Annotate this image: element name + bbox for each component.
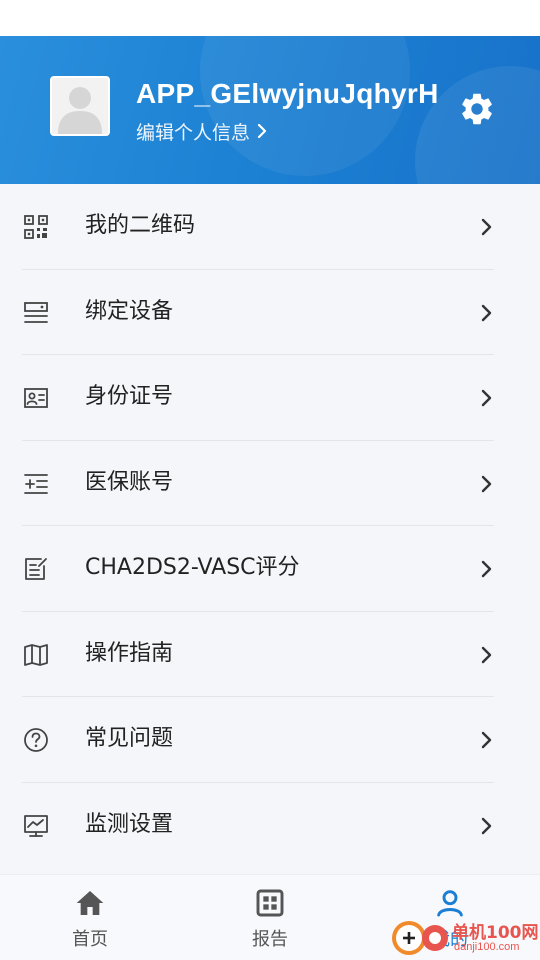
chevron-right-icon (481, 731, 492, 749)
medical-insurance-icon (24, 473, 48, 494)
chevron-right-icon (481, 646, 492, 663)
chevron-right-icon (481, 304, 492, 321)
home-icon (76, 891, 104, 915)
tab-label: 首页 (72, 929, 108, 950)
chevron-right-icon (481, 475, 492, 492)
status-bar (0, 0, 540, 36)
watermark-brand: 单机100网 (452, 923, 539, 943)
site-watermark: 单机100网 danji100.com (390, 912, 540, 960)
menu-item-medical-insurance[interactable]: 医保账号 (0, 441, 540, 526)
menu-item-operation-guide[interactable]: 操作指南 (0, 612, 540, 697)
menu-item-label: CHA2DS2-VASC评分 (85, 555, 300, 580)
menu-item-label: 绑定设备 (85, 298, 174, 324)
menu-item-label: 监测设置 (85, 811, 174, 837)
gear-icon (462, 93, 492, 125)
edit-profile-label: 编辑个人信息 (136, 121, 251, 144)
profile-menu: 我的二维码 绑定设备 身份证号 医保账号 CHA2DS2-VASC评分 操作指南… (0, 184, 540, 868)
id-card-icon (24, 388, 48, 408)
tab-label: 报告 (252, 929, 288, 950)
avatar[interactable] (50, 76, 110, 136)
menu-item-label: 医保账号 (85, 469, 174, 495)
tab-home[interactable]: 首页 (0, 875, 180, 960)
username: APP_GElwyjnuJqhyrH (136, 78, 439, 109)
monitor-icon (24, 814, 48, 837)
menu-item-cha2ds2-vasc-score[interactable]: CHA2DS2-VASC评分 (0, 526, 540, 612)
menu-item-qr-code[interactable]: 我的二维码 (0, 184, 540, 270)
tab-report[interactable]: 报告 (180, 875, 360, 960)
menu-item-label: 操作指南 (85, 640, 174, 666)
edit-profile-link[interactable]: 编辑个人信息 (136, 118, 268, 144)
menu-item-label: 常见问题 (85, 726, 174, 751)
avatar-placeholder-icon (52, 78, 108, 134)
chevron-right-icon (481, 560, 492, 578)
chevron-right-icon (481, 218, 492, 236)
guide-map-icon (24, 643, 48, 666)
qr-code-icon (24, 215, 48, 239)
profile-header: APP_GElwyjnuJqhyrH 编辑个人信息 (0, 36, 540, 184)
settings-button[interactable] (458, 90, 496, 128)
watermark-logo-icon (392, 921, 448, 955)
menu-item-bind-device[interactable]: 绑定设备 (0, 270, 540, 355)
chevron-right-icon (481, 389, 492, 407)
menu-item-label: 我的二维码 (85, 213, 196, 238)
device-icon (24, 301, 48, 323)
question-icon (24, 728, 48, 752)
chevron-right-icon (481, 817, 492, 834)
menu-item-monitor-settings[interactable]: 监测设置 (0, 783, 540, 869)
menu-item-label: 身份证号 (85, 384, 174, 409)
report-grid-icon (256, 889, 284, 917)
score-form-icon (25, 558, 47, 580)
profile-page: APP_GElwyjnuJqhyrH 编辑个人信息 我的二维码 绑定设备 身份证… (0, 0, 540, 960)
chevron-right-icon (257, 123, 267, 139)
watermark-url: danji100.com (454, 941, 520, 953)
menu-item-faq[interactable]: 常见问题 (0, 697, 540, 783)
menu-item-id-number[interactable]: 身份证号 (0, 355, 540, 441)
